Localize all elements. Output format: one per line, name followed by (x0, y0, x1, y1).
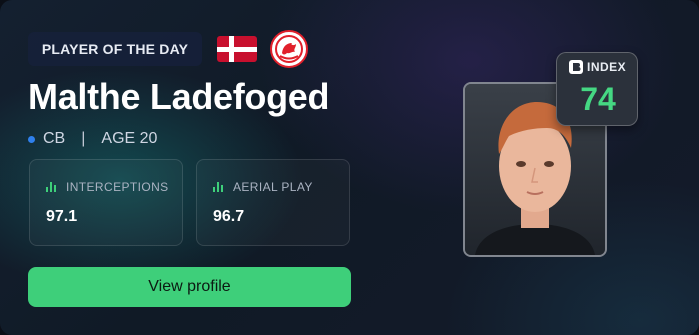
player-meta: CB | AGE 20 (28, 130, 157, 148)
stat-label: INTERCEPTIONS (66, 180, 169, 194)
meta-separator: | (81, 130, 86, 147)
denmark-flag-icon (217, 36, 257, 62)
stat-value: 96.7 (213, 208, 245, 225)
stat-card-aerial-play: AERIAL PLAY 96.7 (196, 159, 350, 246)
player-card: PLAYER OF THE DAY Malthe Ladefoged CB | … (0, 0, 699, 335)
index-logo-icon (569, 60, 583, 74)
stat-label: AERIAL PLAY (233, 180, 313, 194)
index-label: INDEX (587, 60, 627, 74)
club-crest-icon (270, 30, 308, 68)
view-profile-button[interactable]: View profile (28, 267, 351, 307)
position-dot-icon (28, 135, 35, 143)
stat-card-interceptions: INTERCEPTIONS 97.1 (29, 159, 183, 246)
index-badge: INDEX 74 (556, 52, 638, 126)
player-age: AGE 20 (101, 130, 158, 147)
bar-chart-icon (213, 182, 223, 192)
player-of-the-day-badge: PLAYER OF THE DAY (28, 32, 202, 66)
player-name: Malthe Ladefoged (28, 76, 330, 117)
bar-chart-icon (46, 182, 56, 192)
stat-value: 97.1 (46, 208, 78, 225)
index-value: 74 (580, 81, 616, 117)
player-position: CB (43, 130, 66, 147)
